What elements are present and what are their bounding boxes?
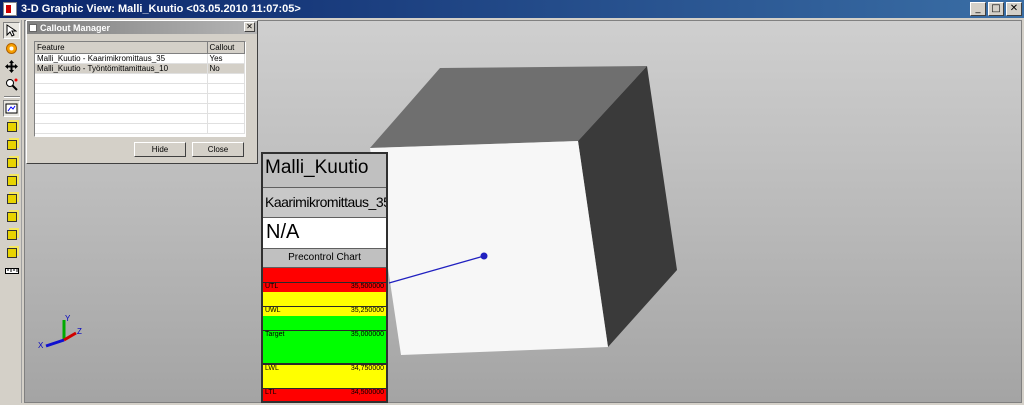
ltl-value: 34,500000 bbox=[350, 389, 384, 396]
table-row bbox=[35, 93, 245, 104]
table-row bbox=[35, 73, 245, 84]
callout-model-name: Malli_Kuutio bbox=[263, 154, 386, 188]
cube-iso-icon[interactable] bbox=[3, 226, 20, 243]
table-row[interactable]: Malli_Kuutio - Työntömittamittaus_10 No bbox=[35, 63, 245, 74]
callout-feature-name: Kaarimikromittaus_35 bbox=[263, 188, 386, 218]
dialog-title-bar[interactable]: Callout Manager ✕ bbox=[27, 21, 257, 34]
cube-right-icon[interactable] bbox=[3, 172, 20, 189]
app-icon bbox=[3, 2, 17, 16]
callout-feature-grid[interactable]: Feature Callout Malli_Kuutio - Kaarimikr… bbox=[34, 41, 246, 137]
view-toolbar bbox=[2, 20, 22, 403]
dialog-title: Callout Manager bbox=[40, 22, 111, 33]
lwl-value: 34,750000 bbox=[350, 365, 384, 372]
cube-bottom-icon[interactable] bbox=[3, 208, 20, 225]
pan-icon[interactable] bbox=[3, 58, 20, 75]
pointer-icon[interactable] bbox=[3, 22, 20, 39]
window-title: 3-D Graphic View: Malli_Kuutio <03.05.20… bbox=[21, 3, 301, 15]
lwl-line: LWL 34,750000 bbox=[263, 364, 386, 374]
cube-front-icon[interactable] bbox=[3, 118, 20, 135]
view-icon[interactable] bbox=[3, 100, 20, 117]
feature-cell[interactable]: Malli_Kuutio - Työntömittamittaus_10 bbox=[35, 63, 208, 74]
minimize-button[interactable]: _ bbox=[970, 2, 986, 16]
target-label: Target bbox=[265, 331, 285, 338]
utl-line: UTL 35,500000 bbox=[263, 282, 386, 292]
hide-button[interactable]: Hide bbox=[134, 142, 186, 157]
close-button[interactable]: ✕ bbox=[1006, 2, 1022, 16]
feature-cell[interactable]: Malli_Kuutio - Kaarimikromittaus_35 bbox=[35, 53, 208, 64]
zoom-icon[interactable] bbox=[3, 76, 20, 93]
cube-back-icon[interactable] bbox=[3, 136, 20, 153]
window-controls: _ □ ✕ bbox=[970, 2, 1022, 16]
close-dialog-button[interactable]: Close bbox=[192, 142, 244, 157]
z-axis bbox=[63, 331, 77, 342]
cube-top-icon[interactable] bbox=[3, 190, 20, 207]
toolbar-separator bbox=[3, 96, 20, 98]
dialog-icon bbox=[29, 23, 37, 32]
measurement-callout[interactable]: Malli_Kuutio Kaarimikromittaus_35 N/A Pr… bbox=[261, 152, 388, 403]
target-icon[interactable] bbox=[3, 40, 20, 57]
uwl-label: UWL bbox=[265, 307, 281, 314]
window-title-bar[interactable]: 3-D Graphic View: Malli_Kuutio <03.05.20… bbox=[0, 0, 1024, 18]
column-header-feature[interactable]: Feature bbox=[35, 42, 208, 54]
table-row bbox=[35, 123, 245, 134]
utl-label: UTL bbox=[265, 283, 279, 290]
table-row bbox=[35, 113, 245, 124]
precontrol-chart: UTL 35,500000 UWL 35,250000 Target 35,00… bbox=[263, 268, 386, 401]
uwl-value: 35,250000 bbox=[350, 307, 384, 314]
cube-front-face bbox=[370, 141, 608, 355]
axis-triad: Y X Z bbox=[38, 314, 82, 350]
utl-value: 35,500000 bbox=[350, 283, 384, 290]
x-axis bbox=[45, 338, 65, 348]
y-axis-label: Y bbox=[65, 314, 71, 323]
callout-measured-value: N/A bbox=[263, 218, 386, 249]
maximize-button[interactable]: □ bbox=[988, 2, 1004, 16]
ltl-line: LTL 34,500000 bbox=[263, 388, 386, 398]
cube-left-icon[interactable] bbox=[3, 154, 20, 171]
lwl-label: LWL bbox=[265, 365, 279, 372]
table-row bbox=[35, 103, 245, 114]
x-axis-label: X bbox=[38, 341, 44, 350]
dialog-close-button[interactable]: ✕ bbox=[244, 22, 255, 32]
table-row bbox=[35, 83, 245, 94]
column-header-callout[interactable]: Callout bbox=[207, 42, 245, 54]
ruler-icon[interactable] bbox=[3, 262, 20, 279]
table-row[interactable]: Malli_Kuutio - Kaarimikromittaus_35 Yes bbox=[35, 53, 245, 64]
z-axis-label: Z bbox=[77, 327, 82, 336]
cube-rotate-icon[interactable] bbox=[3, 244, 20, 261]
uwl-line: UWL 35,250000 bbox=[263, 306, 386, 316]
callout-cell[interactable]: Yes bbox=[207, 53, 245, 64]
precontrol-chart-title: Precontrol Chart bbox=[263, 249, 386, 268]
callout-cell[interactable]: No bbox=[207, 63, 245, 74]
target-line: Target 35,000000 bbox=[263, 330, 386, 340]
callout-anchor-point bbox=[480, 252, 488, 260]
callout-manager-dialog: Callout Manager ✕ Feature Callout Malli_… bbox=[26, 20, 258, 164]
ltl-label: LTL bbox=[265, 389, 277, 396]
target-value: 35,000000 bbox=[350, 331, 384, 338]
